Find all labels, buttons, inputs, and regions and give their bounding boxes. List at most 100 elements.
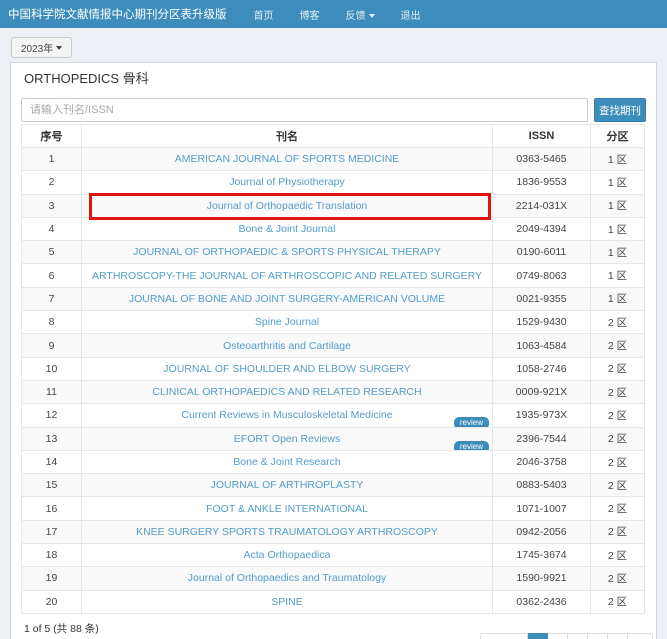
nav-item-feedback[interactable]: 反馈 (333, 7, 388, 22)
pagination-page-button[interactable] (608, 633, 628, 639)
year-label: 2023年 (21, 40, 53, 55)
row-issn: 2046-3758 (493, 450, 591, 473)
chevron-down-icon (56, 46, 62, 50)
journal-link[interactable]: Acta Orthopaedica (244, 549, 331, 561)
row-issn: 0009-921X (493, 380, 591, 403)
row-journal-name-cell: EFORT Open Reviews review (82, 427, 493, 450)
row-partition: 1 区 (591, 264, 645, 287)
table-row: 7 JOURNAL OF BONE AND JOINT SURGERY-AMER… (22, 287, 645, 310)
journal-link[interactable]: Current Reviews in Musculoskeletal Medic… (181, 409, 392, 421)
row-partition: 1 区 (591, 287, 645, 310)
pagination-prev-button[interactable] (480, 633, 528, 639)
journal-link[interactable]: Spine Journal (255, 316, 319, 328)
journal-link[interactable]: KNEE SURGERY SPORTS TRAUMATOLOGY ARTHROS… (136, 526, 438, 538)
row-journal-name-cell: Journal of Orthopaedic Translation (82, 194, 493, 217)
table-row: 10 JOURNAL OF SHOULDER AND ELBOW SURGERY… (22, 357, 645, 380)
pagination-page-button[interactable] (528, 633, 548, 639)
row-journal-name-cell: JOURNAL OF ORTHOPAEDIC & SPORTS PHYSICAL… (82, 241, 493, 264)
row-partition: 1 区 (591, 241, 645, 264)
row-index: 12 (22, 404, 82, 427)
table-row: 13 EFORT Open Reviews review 2396-7544 2… (22, 427, 645, 450)
nav-menu: 首页 博客 反馈 退出 (241, 7, 434, 22)
row-issn: 1058-2746 (493, 357, 591, 380)
table-row: 20 SPINE 0362-2436 2 区 (22, 590, 645, 613)
table-row: 11 CLINICAL ORTHOPAEDICS AND RELATED RES… (22, 380, 645, 403)
row-index: 4 (22, 217, 82, 240)
row-issn: 0362-2436 (493, 590, 591, 613)
journal-link[interactable]: Bone & Joint Research (233, 456, 340, 468)
journal-link[interactable]: SPINE (271, 596, 303, 608)
search-bar: 查找期刊 (21, 98, 646, 122)
row-partition: 2 区 (591, 380, 645, 403)
nav-item-home[interactable]: 首页 (241, 7, 287, 22)
table-body: 1 AMERICAN JOURNAL OF SPORTS MEDICINE 03… (22, 148, 645, 614)
row-index: 17 (22, 520, 82, 543)
journal-link[interactable]: Bone & Joint Journal (239, 223, 336, 235)
review-badge: review (454, 441, 489, 451)
table-row: 12 Current Reviews in Musculoskeletal Me… (22, 404, 645, 427)
pagination-page-button[interactable] (568, 633, 588, 639)
search-input[interactable] (21, 98, 588, 122)
journal-link[interactable]: JOURNAL OF SHOULDER AND ELBOW SURGERY (163, 363, 410, 375)
year-dropdown-button[interactable]: 2023年 (11, 37, 72, 58)
row-partition: 2 区 (591, 311, 645, 334)
table-row: 18 Acta Orthopaedica 1745-3674 2 区 (22, 544, 645, 567)
journal-link[interactable]: JOURNAL OF ORTHOPAEDIC & SPORTS PHYSICAL… (133, 246, 441, 258)
column-header-name: 刊名 (82, 125, 493, 148)
row-issn: 1063-4584 (493, 334, 591, 357)
row-partition: 2 区 (591, 450, 645, 473)
journal-link[interactable]: AMERICAN JOURNAL OF SPORTS MEDICINE (175, 153, 400, 165)
row-journal-name-cell: AMERICAN JOURNAL OF SPORTS MEDICINE (82, 148, 493, 171)
row-journal-name-cell: Bone & Joint Journal (82, 217, 493, 240)
row-index: 18 (22, 544, 82, 567)
table-row: 3 Journal of Orthopaedic Translation 221… (22, 194, 645, 217)
row-partition: 1 区 (591, 171, 645, 194)
row-journal-name-cell: JOURNAL OF ARTHROPLASTY (82, 474, 493, 497)
row-partition: 2 区 (591, 520, 645, 543)
row-index: 14 (22, 450, 82, 473)
row-issn: 0363-5465 (493, 148, 591, 171)
journal-link[interactable]: Osteoarthritis and Cartilage (223, 340, 351, 352)
row-issn: 2214-031X (493, 194, 591, 217)
table-row: 4 Bone & Joint Journal 2049-4394 1 区 (22, 217, 645, 240)
pagination-next-button[interactable] (628, 633, 653, 639)
row-partition: 2 区 (591, 544, 645, 567)
row-issn: 1745-3674 (493, 544, 591, 567)
row-issn: 1071-1007 (493, 497, 591, 520)
column-header-issn: ISSN (493, 125, 591, 148)
row-issn: 2049-4394 (493, 217, 591, 240)
row-issn: 0883-5403 (493, 474, 591, 497)
row-issn: 0749-8063 (493, 264, 591, 287)
row-journal-name-cell: Journal of Orthopaedics and Traumatology (82, 567, 493, 590)
pagination-page-button[interactable] (548, 633, 568, 639)
journal-link[interactable]: JOURNAL OF ARTHROPLASTY (211, 479, 364, 491)
row-issn: 1935-973X (493, 404, 591, 427)
row-index: 7 (22, 287, 82, 310)
journal-link[interactable]: JOURNAL OF BONE AND JOINT SURGERY-AMERIC… (129, 293, 445, 305)
row-issn: 2396-7544 (493, 427, 591, 450)
journal-link[interactable]: Journal of Physiotherapy (229, 176, 345, 188)
journal-link[interactable]: CLINICAL ORTHOPAEDICS AND RELATED RESEAR… (152, 386, 421, 398)
pagination-page-button[interactable] (588, 633, 608, 639)
journal-link[interactable]: ARTHROSCOPY-THE JOURNAL OF ARTHROSCOPIC … (92, 270, 482, 282)
column-header-partition: 分区 (591, 125, 645, 148)
nav-item-logout[interactable]: 退出 (388, 7, 434, 22)
journal-link[interactable]: Journal of Orthopaedic Translation (207, 200, 368, 212)
journal-link[interactable]: EFORT Open Reviews (234, 433, 340, 445)
row-journal-name-cell: Spine Journal (82, 311, 493, 334)
journal-link[interactable]: Journal of Orthopaedics and Traumatology (188, 572, 386, 584)
journal-link[interactable]: FOOT & ANKLE INTERNATIONAL (206, 503, 368, 515)
row-issn: 0942-2056 (493, 520, 591, 543)
row-journal-name-cell: CLINICAL ORTHOPAEDICS AND RELATED RESEAR… (82, 380, 493, 403)
chevron-down-icon (369, 14, 375, 18)
row-journal-name-cell: SPINE (82, 590, 493, 613)
category-heading: ORTHOPEDICS 骨科 (21, 71, 646, 87)
table-row: 19 Journal of Orthopaedics and Traumatol… (22, 567, 645, 590)
nav-item-blog[interactable]: 博客 (287, 7, 333, 22)
search-journal-button[interactable]: 查找期刊 (594, 98, 646, 122)
row-index: 11 (22, 380, 82, 403)
row-issn: 1836-9553 (493, 171, 591, 194)
row-index: 5 (22, 241, 82, 264)
table-row: 17 KNEE SURGERY SPORTS TRAUMATOLOGY ARTH… (22, 520, 645, 543)
top-navbar: 中国科学院文献情报中心期刊分区表升级版 首页 博客 反馈 退出 (0, 0, 667, 28)
